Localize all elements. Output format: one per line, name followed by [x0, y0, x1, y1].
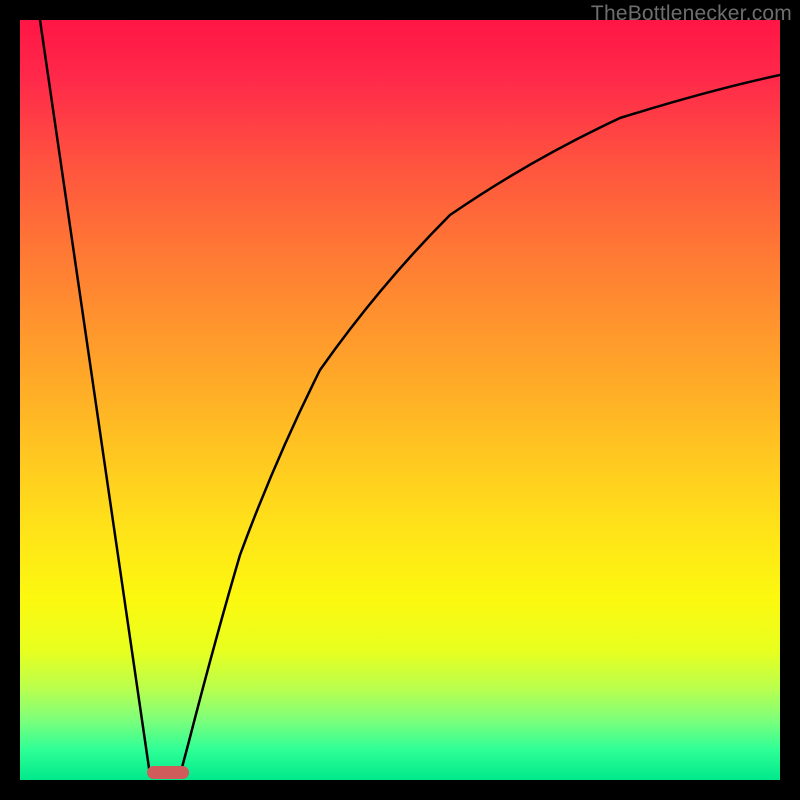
left-v-line — [40, 20, 150, 775]
chart-marker — [147, 766, 189, 779]
chart-plot-area — [20, 20, 780, 780]
chart-curves-svg — [20, 20, 780, 780]
watermark-text: TheBottlenecker.com — [591, 2, 792, 26]
right-curve — [180, 75, 780, 775]
